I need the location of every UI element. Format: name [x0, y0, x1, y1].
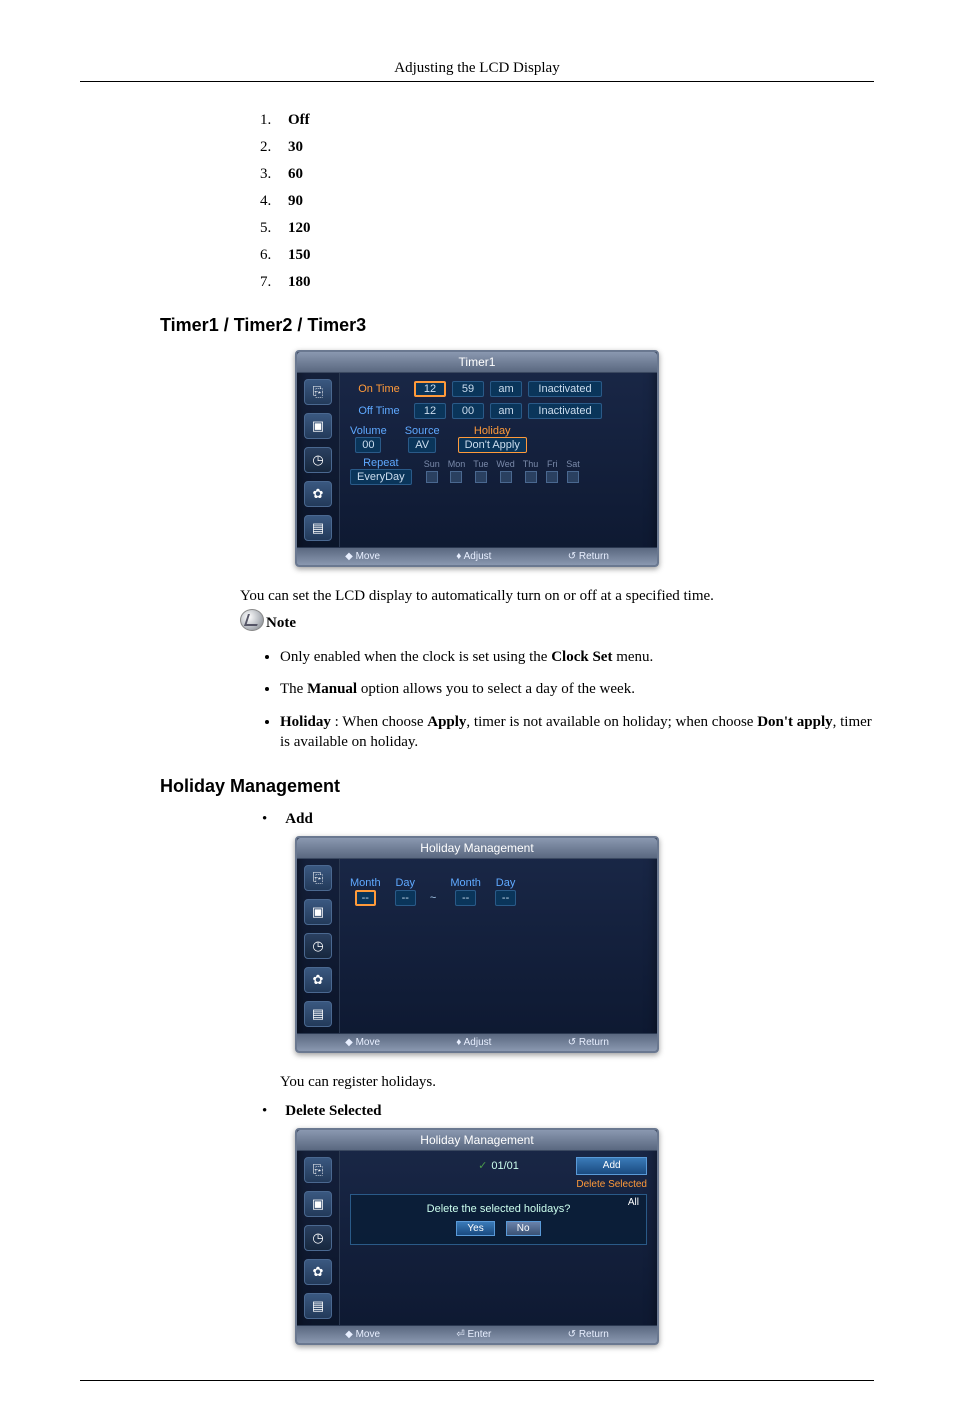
time-icon[interactable]: ◷	[304, 933, 332, 959]
off-time-label: Off Time	[350, 405, 408, 417]
osd-footer: ◆ Move ♦ Adjust ↺ Return	[297, 1033, 657, 1051]
yes-button[interactable]: Yes	[456, 1221, 494, 1236]
multi-icon[interactable]: ▤	[304, 515, 332, 541]
off-time-ampm[interactable]: am	[490, 403, 522, 419]
start-month[interactable]: --	[355, 890, 376, 906]
holiday-date[interactable]: 01/01	[491, 1160, 519, 1172]
page-header: Adjusting the LCD Display	[80, 60, 874, 77]
delete-selected-label: Delete Selected	[285, 1103, 381, 1119]
day-check[interactable]	[567, 471, 579, 483]
list-num: 4.	[260, 193, 288, 210]
input-icon[interactable]: ⎘	[304, 379, 332, 405]
multi-icon[interactable]: ▤	[304, 1001, 332, 1027]
no-button[interactable]: No	[506, 1221, 541, 1236]
day-check[interactable]	[546, 471, 558, 483]
off-time-min[interactable]: 00	[452, 403, 484, 419]
list-num: 1.	[260, 112, 288, 129]
osd-title: Holiday Management	[297, 838, 657, 859]
on-time-state[interactable]: Inactivated	[528, 381, 602, 397]
list-label: 30	[288, 139, 303, 155]
osd-title: Timer1	[297, 352, 657, 373]
osd-title: Holiday Management	[297, 1130, 657, 1151]
timer-description: You can set the LCD display to automatic…	[240, 588, 874, 605]
setup-icon[interactable]: ✿	[304, 967, 332, 993]
list-label: 180	[288, 274, 311, 290]
volume-label: Volume	[350, 425, 387, 437]
all-button[interactable]: All	[620, 1195, 647, 1211]
list-label: 90	[288, 193, 303, 209]
day-check[interactable]	[450, 471, 462, 483]
on-time-hour[interactable]: 12	[414, 381, 446, 397]
list-num: 6.	[260, 247, 288, 264]
add-button[interactable]: Add	[576, 1157, 647, 1175]
days-row: Sun Mon Tue Wed Thu Fri Sat	[424, 459, 580, 483]
section-timer-title: Timer1 / Timer2 / Timer3	[160, 315, 874, 336]
osd-holiday-add-panel: Holiday Management ⎘ ▣ ◷ ✿ ▤ Month-- Day…	[295, 836, 659, 1053]
off-time-hour[interactable]: 12	[414, 403, 446, 419]
holiday-add-desc: You can register holidays.	[280, 1074, 874, 1091]
delete-selected-button[interactable]: Delete Selected	[576, 1178, 647, 1192]
month-label: Month	[450, 877, 481, 889]
day-check[interactable]	[475, 471, 487, 483]
day-check[interactable]	[500, 471, 512, 483]
day-check[interactable]	[525, 471, 537, 483]
note-icon	[240, 609, 264, 631]
list-label: 150	[288, 247, 311, 263]
on-time-ampm[interactable]: am	[490, 381, 522, 397]
repeat-value[interactable]: EveryDay	[350, 469, 412, 485]
holiday-label: Holiday	[458, 425, 527, 437]
list-num: 3.	[260, 166, 288, 183]
list-num: 5.	[260, 220, 288, 237]
volume-value[interactable]: 00	[355, 437, 381, 453]
list-label: 60	[288, 166, 303, 182]
day-label: Day	[395, 877, 416, 889]
check-icon[interactable]: ✓	[478, 1160, 487, 1172]
footer-divider	[80, 1380, 874, 1381]
list-num: 2.	[260, 139, 288, 156]
timer-option-list: 1.Off 2.30 3.60 4.90 5.120 6.150 7.180	[260, 112, 874, 291]
add-label: Add	[285, 811, 313, 827]
header-divider	[80, 81, 874, 82]
start-day[interactable]: --	[395, 890, 416, 906]
osd-timer-panel: Timer1 ⎘ ▣ ◷ ✿ ▤ On Time 12 59 am Inacti…	[295, 350, 659, 567]
time-icon[interactable]: ◷	[304, 447, 332, 473]
time-icon[interactable]: ◷	[304, 1225, 332, 1251]
end-day[interactable]: --	[495, 890, 516, 906]
picture-icon[interactable]: ▣	[304, 413, 332, 439]
setup-icon[interactable]: ✿	[304, 1259, 332, 1285]
section-holiday-title: Holiday Management	[160, 776, 874, 797]
source-value[interactable]: AV	[408, 437, 436, 453]
holiday-value[interactable]: Don't Apply	[458, 437, 527, 453]
osd-footer: ◆ Move ⏎ Enter ↺ Return	[297, 1325, 657, 1343]
end-month[interactable]: --	[455, 890, 476, 906]
osd-sidebar: ⎘ ▣ ◷ ✿ ▤	[297, 1151, 340, 1325]
picture-icon[interactable]: ▣	[304, 1191, 332, 1217]
repeat-label: Repeat	[350, 457, 412, 469]
day-label: Day	[495, 877, 516, 889]
day-check[interactable]	[426, 471, 438, 483]
list-label: Off	[288, 112, 310, 128]
setup-icon[interactable]: ✿	[304, 481, 332, 507]
picture-icon[interactable]: ▣	[304, 899, 332, 925]
input-icon[interactable]: ⎘	[304, 1157, 332, 1183]
list-num: 7.	[260, 274, 288, 291]
on-time-min[interactable]: 59	[452, 381, 484, 397]
right-action-list: Add Delete Selected All	[576, 1157, 647, 1211]
month-label: Month	[350, 877, 381, 889]
osd-footer: ◆ Move ♦ Adjust ↺ Return	[297, 547, 657, 565]
osd-sidebar: ⎘ ▣ ◷ ✿ ▤	[297, 859, 340, 1033]
note-list: Only enabled when the clock is set using…	[240, 647, 874, 752]
tilde-separator: ~	[430, 892, 436, 904]
input-icon[interactable]: ⎘	[304, 865, 332, 891]
osd-sidebar: ⎘ ▣ ◷ ✿ ▤	[297, 373, 340, 547]
multi-icon[interactable]: ▤	[304, 1293, 332, 1319]
list-label: 120	[288, 220, 311, 236]
off-time-state[interactable]: Inactivated	[528, 403, 602, 419]
note-label: Note	[266, 615, 296, 631]
source-label: Source	[405, 425, 440, 437]
osd-holiday-delete-panel: Holiday Management ⎘ ▣ ◷ ✿ ▤ ✓ 01/01 Add …	[295, 1128, 659, 1345]
on-time-label: On Time	[350, 383, 408, 395]
